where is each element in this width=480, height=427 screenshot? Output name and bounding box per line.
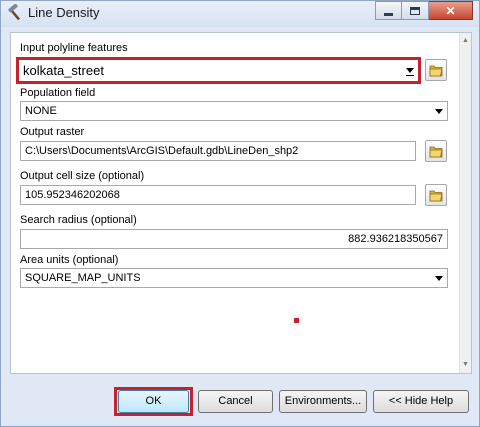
input-polyline-dropdown[interactable]: kolkata_street [19,60,418,80]
maximize-button[interactable] [402,1,429,20]
scroll-up-icon[interactable]: ▲ [460,35,471,47]
hide-help-button[interactable]: << Hide Help [373,390,469,413]
search-radius-value: 882.936218350567 [348,233,443,245]
red-marker [294,318,299,323]
input-polyline-label: Input polyline features [20,42,128,54]
folder-icon [429,146,443,158]
output-cell-size-label: Output cell size (optional) [20,170,145,182]
population-field-label: Population field [20,87,96,99]
close-button[interactable]: ✕ [429,1,473,20]
area-units-value: SQUARE_MAP_UNITS [25,272,141,284]
area-units-label: Area units (optional) [20,254,119,266]
vertical-scrollbar[interactable]: ▲ ▼ [459,33,471,373]
chevron-down-icon [406,68,414,73]
cell-size-browse-button[interactable] [425,184,447,206]
parameters-panel: Input polyline features kolkata_street P… [10,32,472,374]
population-field-dropdown[interactable]: NONE [20,101,448,121]
search-radius-label: Search radius (optional) [20,214,137,226]
maximize-icon [410,6,420,15]
area-units-dropdown[interactable]: SQUARE_MAP_UNITS [20,268,448,288]
window-controls: ✕ [375,1,473,20]
folder-icon [429,65,443,77]
output-cell-size-input[interactable]: 105.952346202068 [20,185,416,205]
scroll-down-icon[interactable]: ▼ [460,359,471,371]
output-cell-size-value: 105.952346202068 [25,189,120,201]
input-browse-button[interactable] [425,59,447,81]
dropdown-underline [406,75,414,76]
close-icon: ✕ [445,3,456,18]
output-raster-value: C:\Users\Documents\ArcGIS\Default.gdb\Li… [25,145,299,157]
output-raster-browse-button[interactable] [425,140,447,162]
output-raster-input[interactable]: C:\Users\Documents\ArcGIS\Default.gdb\Li… [20,141,416,161]
hammer-icon [6,3,24,22]
minimize-button[interactable] [375,1,402,20]
environments-button[interactable]: Environments... [279,390,367,413]
title-bar[interactable]: Line Density ✕ [1,1,479,27]
search-radius-input[interactable]: 882.936218350567 [20,229,448,249]
line-density-dialog: Line Density ✕ Input polyline features k… [0,0,480,427]
input-polyline-value: kolkata_street [23,63,104,78]
cancel-button[interactable]: Cancel [198,390,273,413]
folder-icon [429,190,443,202]
minimize-icon [384,12,393,16]
window-title: Line Density [28,5,100,20]
population-field-value: NONE [25,105,57,117]
ok-button[interactable]: OK [118,390,189,413]
chevron-down-icon [435,276,443,281]
output-raster-label: Output raster [20,126,85,138]
chevron-down-icon [435,109,443,114]
